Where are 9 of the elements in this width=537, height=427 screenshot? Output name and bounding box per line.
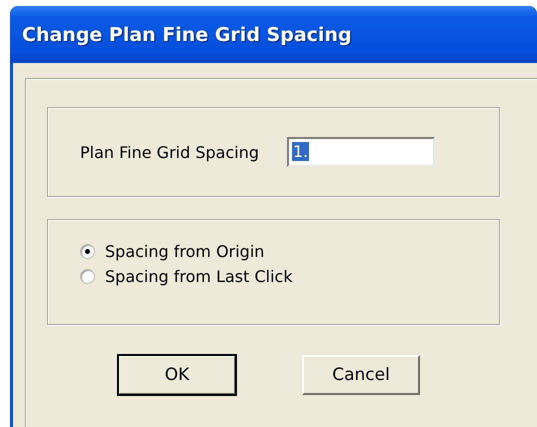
radio-button[interactable] <box>80 244 95 259</box>
radio-button[interactable] <box>80 269 95 284</box>
field-label: Plan Fine Grid Spacing <box>80 142 259 162</box>
spacing-input-field[interactable]: 1. <box>287 137 435 167</box>
radio-label[interactable]: Spacing from Last Click <box>105 267 293 286</box>
ok-button[interactable]: OK <box>118 355 236 395</box>
cancel-button[interactable]: Cancel <box>302 355 420 395</box>
window-title: Change Plan Fine Grid Spacing <box>22 24 352 46</box>
radio-label[interactable]: Spacing from Origin <box>105 242 264 261</box>
